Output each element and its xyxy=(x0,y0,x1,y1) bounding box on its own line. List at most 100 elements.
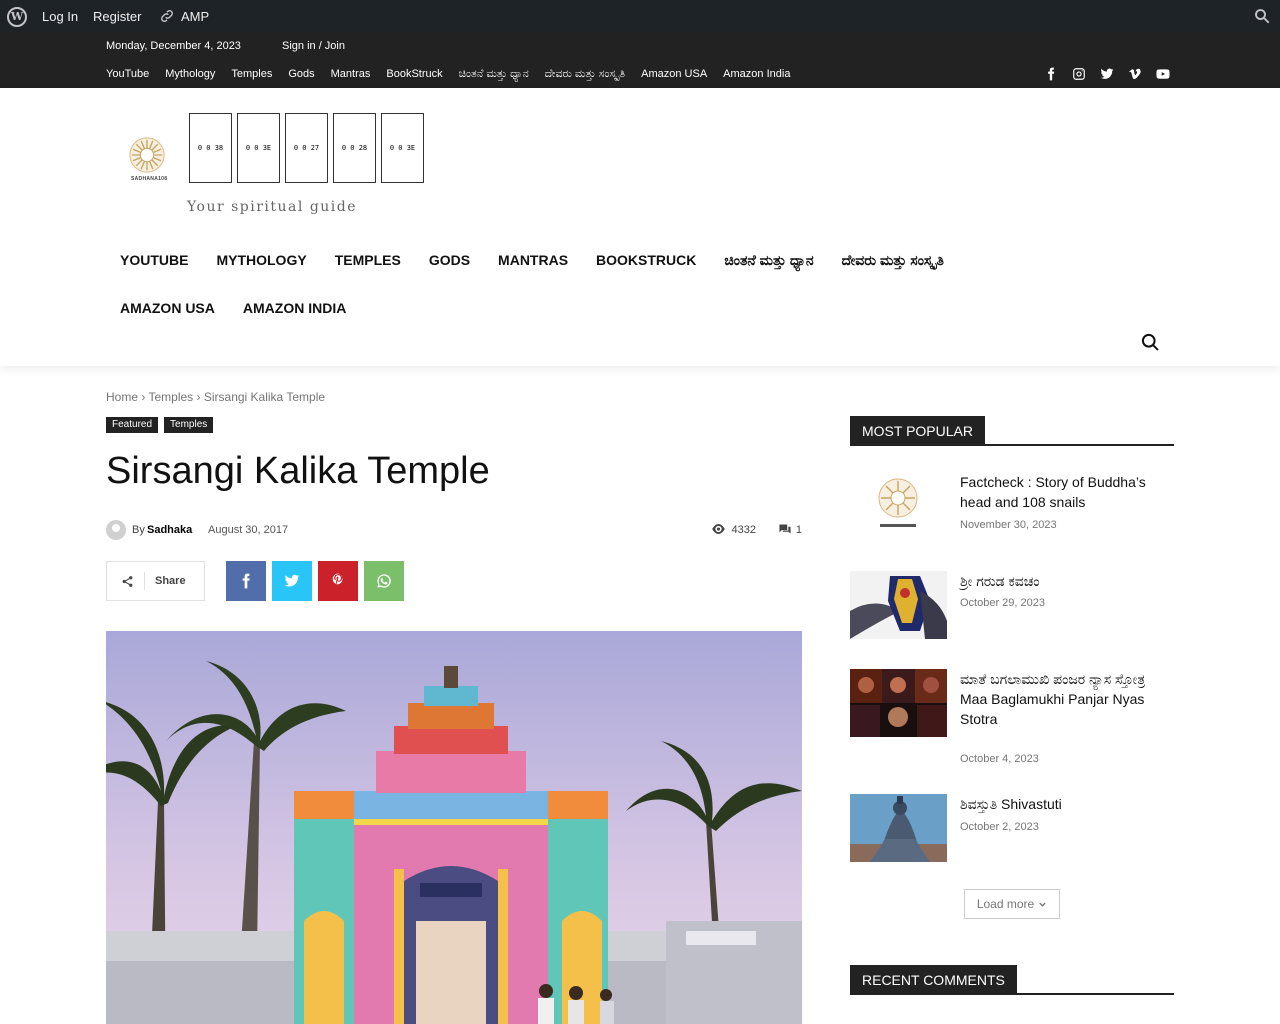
login-link[interactable]: Log In xyxy=(42,9,78,24)
share-label: Share xyxy=(155,575,186,587)
view-count: 4332 xyxy=(731,524,756,536)
post-thumbnail[interactable] xyxy=(850,794,947,862)
top-menu-gods[interactable]: Gods xyxy=(288,68,314,81)
register-link[interactable]: Register xyxy=(93,9,141,24)
glyph-box: 0 0 3E xyxy=(381,113,424,183)
post-thumbnail[interactable] xyxy=(850,669,947,737)
tag-temples[interactable]: Temples xyxy=(164,417,214,433)
main-menu-gods[interactable]: GODS xyxy=(429,252,470,268)
whatsapp-icon xyxy=(377,574,391,588)
post-meta: By Sadhaka August 30, 2017 4332 1 xyxy=(106,520,802,540)
youtube-icon[interactable] xyxy=(1156,67,1170,81)
top-menu-bookstruck[interactable]: BookStruck xyxy=(386,68,442,81)
top-menu-youtube[interactable]: YouTube xyxy=(106,68,149,81)
post-thumbnail[interactable] xyxy=(850,472,947,540)
popular-post-title[interactable]: ಮಾತೆ ಬಗಲಾಮುಖಿ ಪಂಜರ ನ್ಯಾಸ ಸ್ತೋತ್ರ Maa Bag… xyxy=(960,669,1174,729)
glyph-box: 0 0 38 xyxy=(189,113,232,183)
author-link[interactable]: Sadhaka xyxy=(147,524,192,536)
main-menu: YOUTUBE MYTHOLOGY TEMPLES GODS MANTRAS B… xyxy=(120,236,1160,332)
facebook-icon[interactable] xyxy=(1044,67,1058,81)
share-bar: Share xyxy=(106,561,404,601)
chevron-down-icon xyxy=(1039,902,1046,907)
popular-post-date: October 4, 2023 xyxy=(960,753,1039,765)
breadcrumb-current: Sirsangi Kalika Temple xyxy=(203,390,326,404)
main-menu-youtube[interactable]: YOUTUBE xyxy=(120,252,188,268)
main-menu-amazon-usa[interactable]: AMAZON USA xyxy=(120,300,215,316)
top-menu: YouTube Mythology Temples Gods Mantras B… xyxy=(106,68,790,81)
top-menu-mythology[interactable]: Mythology xyxy=(165,68,215,81)
pinterest-icon xyxy=(332,573,343,585)
glyph-box: 0 0 3E xyxy=(237,113,280,183)
main-menu-mantras[interactable]: MANTRAS xyxy=(498,252,568,268)
main-menu-kannada-1[interactable]: ಚಿಂತನೆ ಮತ್ತು ಧ್ಯಾನ xyxy=(724,252,813,269)
popular-post-title[interactable]: ಶಿವಸ್ತುತಿ Shivastuti xyxy=(960,794,1174,814)
category-tags: Featured Temples xyxy=(106,417,214,433)
top-menu-amazon-usa[interactable]: Amazon USA xyxy=(641,68,707,81)
link-icon[interactable] xyxy=(158,8,176,24)
eye-icon xyxy=(712,524,725,534)
recent-comments-title: RECENT COMMENTS xyxy=(850,965,1017,995)
search-icon[interactable] xyxy=(1140,332,1160,352)
main-menu-amazon-india[interactable]: AMAZON INDIA xyxy=(243,300,346,316)
share-twitter-button[interactable] xyxy=(272,561,312,601)
load-more-label: Load more xyxy=(976,897,1035,911)
site-name-glyphs[interactable]: 0 0 38 0 0 3E 0 0 27 0 0 28 0 0 3E xyxy=(189,113,424,183)
site-tagline: Your spiritual guide xyxy=(187,199,358,215)
by-label: By xyxy=(132,524,145,536)
comment-icon[interactable] xyxy=(778,524,792,534)
post-title: Sirsangi Kalika Temple xyxy=(106,450,490,492)
popular-post-title[interactable]: Factcheck : Story of Buddha’s head and 1… xyxy=(960,472,1174,512)
social-links xyxy=(1044,67,1170,81)
twitter-icon[interactable] xyxy=(1100,67,1114,81)
most-popular-title: MOST POPULAR xyxy=(850,416,985,446)
logo-caption: SADHANA108 xyxy=(131,176,168,182)
share-pinterest-button[interactable] xyxy=(318,561,358,601)
search-icon[interactable] xyxy=(1253,7,1271,25)
share-facebook-button[interactable] xyxy=(226,561,266,601)
site-header: SADHANA108 0 0 38 0 0 3E 0 0 27 0 0 28 0… xyxy=(0,88,1280,366)
recent-comments-header: RECENT COMMENTS xyxy=(850,965,1174,995)
main-menu-kannada-2[interactable]: ದೇವರು ಮತ್ತು ಸಂಸ್ಕೃತಿ xyxy=(842,252,944,269)
most-popular-header: MOST POPULAR xyxy=(850,416,1174,446)
facebook-icon xyxy=(242,573,250,589)
instagram-icon[interactable] xyxy=(1072,67,1086,81)
breadcrumb: Home › Temples › Sirsangi Kalika Temple xyxy=(106,390,325,404)
main-menu-bookstruck[interactable]: BOOKSTRUCK xyxy=(596,252,696,268)
glyph-box: 0 0 27 xyxy=(285,113,328,183)
post-date: August 30, 2017 xyxy=(208,524,289,536)
top-menu-mantras[interactable]: Mantras xyxy=(331,68,371,81)
avatar[interactable] xyxy=(106,520,126,540)
top-menu-kannada-1[interactable]: ಚಿಂತನೆ ಮತ್ತು ಧ್ಯಾನ xyxy=(459,68,529,81)
load-more-button[interactable]: Load more xyxy=(964,889,1060,919)
admin-bar: W Log In Register AMP xyxy=(0,0,1280,32)
popular-post-date: October 2, 2023 xyxy=(960,821,1039,833)
share-icon xyxy=(122,575,133,587)
main-menu-mythology[interactable]: MYTHOLOGY xyxy=(216,252,306,268)
glyph-box: 0 0 28 xyxy=(333,113,376,183)
top-menu-amazon-india[interactable]: Amazon India xyxy=(723,68,790,81)
current-date: Monday, December 4, 2023 xyxy=(106,40,241,52)
vimeo-icon[interactable] xyxy=(1128,67,1142,81)
share-button[interactable]: Share xyxy=(106,561,205,601)
breadcrumb-temples[interactable]: Temples xyxy=(148,390,193,404)
breadcrumb-separator: › xyxy=(141,390,146,404)
breadcrumb-home[interactable]: Home xyxy=(106,390,138,404)
top-menu-kannada-2[interactable]: ದೇವರು ಮತ್ತು ಸಂಸ್ಕೃತಿ xyxy=(545,68,625,81)
share-whatsapp-button[interactable] xyxy=(364,561,404,601)
breadcrumb-separator: › xyxy=(196,390,201,404)
wordpress-icon[interactable]: W xyxy=(7,7,27,27)
main-menu-temples[interactable]: TEMPLES xyxy=(335,252,401,268)
share-divider xyxy=(144,572,145,590)
popular-post-date: November 30, 2023 xyxy=(960,519,1057,531)
top-menu-temples[interactable]: Temples xyxy=(231,68,272,81)
post-thumbnail[interactable] xyxy=(850,571,947,639)
amp-link[interactable]: AMP xyxy=(181,9,209,24)
top-bar: Monday, December 4, 2023 Sign in / Join … xyxy=(0,32,1280,88)
featured-image-temple-gate xyxy=(106,631,802,1024)
popular-post-title[interactable]: ಶ್ರೀ ಗರುಡ ಕವಚಂ xyxy=(960,571,1174,591)
tag-featured[interactable]: Featured xyxy=(106,417,159,433)
sign-in-link[interactable]: Sign in / Join xyxy=(282,40,345,52)
twitter-icon xyxy=(284,574,300,587)
comment-count[interactable]: 1 xyxy=(796,524,802,536)
sadhana108-logo[interactable] xyxy=(128,136,166,174)
